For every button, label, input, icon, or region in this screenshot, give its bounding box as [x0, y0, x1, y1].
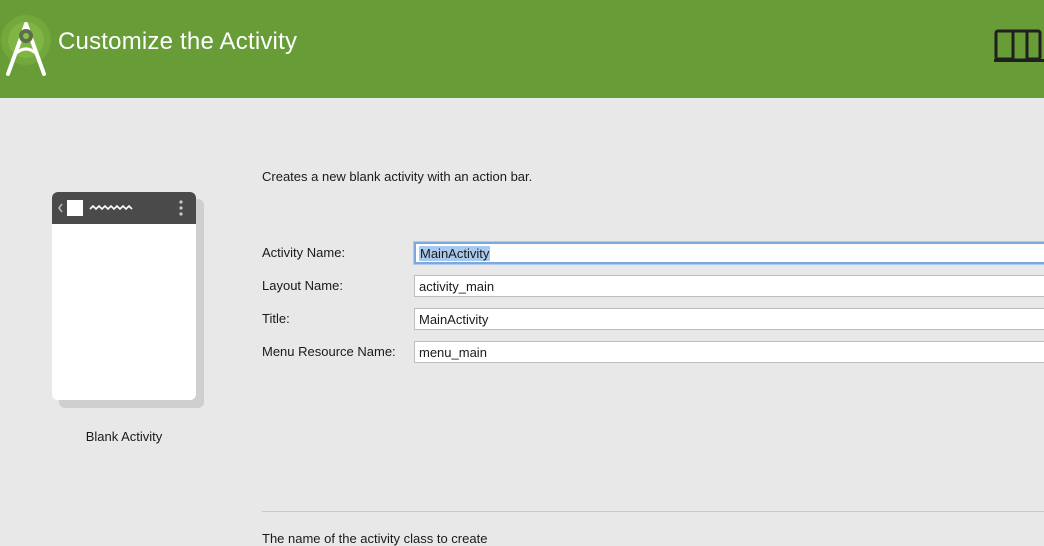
form-row-title: Title: — [262, 308, 1044, 330]
template-description: Creates a new blank activity with an act… — [262, 169, 533, 184]
title-input[interactable] — [414, 308, 1044, 330]
form-row-activity-name: Activity Name: MainActivity — [262, 242, 1044, 264]
form-row-menu-resource-name: Menu Resource Name: — [262, 341, 1044, 363]
menu-resource-name-label: Menu Resource Name: — [262, 344, 396, 359]
layout-name-label: Layout Name: — [262, 278, 343, 293]
android-studio-logo-icon — [1, 15, 51, 76]
activity-name-selected-text: MainActivity — [419, 246, 491, 261]
wizard-header: Customize the Activity — [0, 0, 1044, 98]
activity-name-label: Activity Name: — [262, 245, 346, 260]
page-title: Customize the Activity — [58, 28, 298, 55]
template-name-label: Blank Activity — [85, 429, 163, 444]
layout-name-input[interactable] — [414, 275, 1044, 297]
activity-name-input[interactable]: MainActivity — [414, 242, 1044, 264]
help-divider — [262, 511, 1044, 512]
action-bar-glyphs-icon — [58, 200, 183, 216]
field-help-text: The name of the activity class to create — [262, 531, 488, 546]
preview-action-bar — [52, 192, 196, 224]
template-preview-blank-activity[interactable] — [52, 192, 196, 400]
title-label: Title: — [262, 311, 290, 326]
device-form-factors-icon — [994, 29, 1044, 62]
form-row-layout-name: Layout Name: — [262, 275, 1044, 297]
menu-resource-name-input[interactable] — [414, 341, 1044, 363]
